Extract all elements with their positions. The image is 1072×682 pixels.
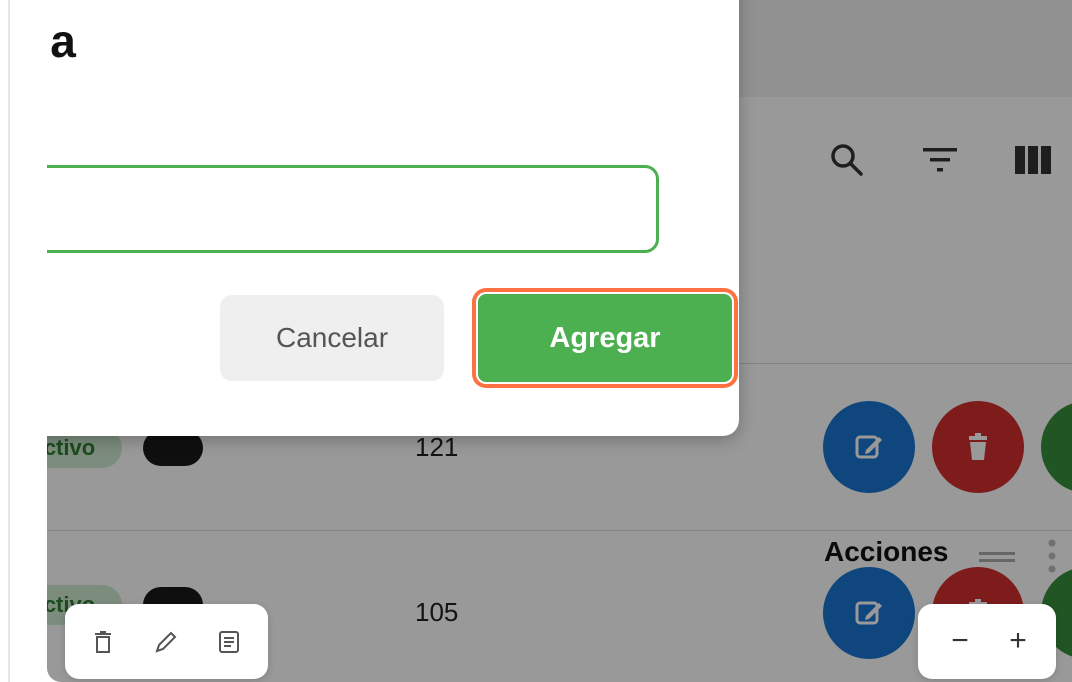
page-left-border	[8, 0, 10, 682]
add-button[interactable]: Agregar	[476, 292, 734, 384]
add-dialog: la Cancelar Agregar	[47, 0, 739, 436]
pencil-icon[interactable]	[153, 629, 179, 655]
zoom-out-button[interactable]: −	[945, 624, 975, 658]
zoom-in-button[interactable]: +	[1003, 624, 1033, 658]
cancel-button[interactable]: Cancelar	[220, 295, 444, 381]
name-input[interactable]	[47, 165, 659, 253]
dialog-title: la	[47, 15, 77, 67]
app-viewport: Acciones ctivo 121 ctivo 105 a Cancelar …	[47, 0, 1072, 682]
trash-icon[interactable]	[90, 629, 116, 655]
add-button-focus-ring: Agregar	[472, 288, 738, 388]
floating-toolbar	[65, 604, 268, 679]
zoom-controls: − +	[918, 604, 1056, 679]
notes-icon[interactable]	[216, 629, 242, 655]
